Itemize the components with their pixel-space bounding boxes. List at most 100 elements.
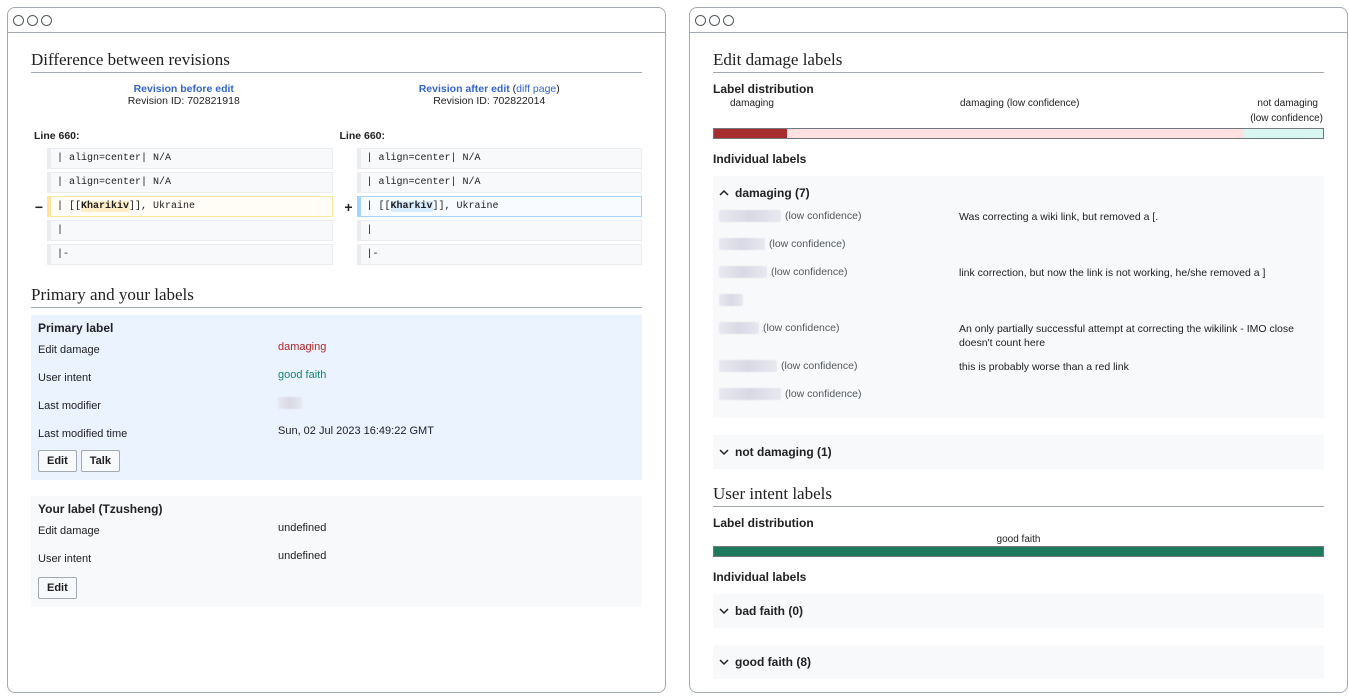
paren-close: ): [556, 83, 560, 95]
accordion-header-not-damaging[interactable]: not damaging (1): [713, 435, 1324, 469]
damage-heading: Edit damage labels: [713, 50, 1324, 73]
window-titlebar: [690, 8, 1347, 33]
diff-text: ]], Ukraine: [129, 201, 196, 212]
damage-label-row: (low confidence) link correction, but now…: [713, 266, 1324, 294]
damage-label-row: (low confidence): [713, 238, 1324, 266]
accordion-good-faith: good faith (8): [713, 645, 1324, 679]
window-control-icon[interactable]: [723, 14, 734, 26]
dist-segment-damaging: [714, 129, 788, 138]
edit-damage-value: undefined: [278, 522, 327, 534]
plus-icon: +: [344, 198, 353, 215]
window-control-icon[interactable]: [41, 14, 52, 26]
revision-before-link[interactable]: Revision before edit: [31, 83, 337, 95]
diff-row: | align=center| N/A: [31, 172, 333, 193]
revision-after-id: Revision ID: 702822014: [433, 95, 546, 107]
confidence-text: (low confidence): [781, 360, 858, 372]
dist-segment-damaging-low: [787, 129, 1244, 138]
diff-context-cell: | align=center| N/A: [47, 148, 333, 169]
redacted-username: [719, 388, 781, 400]
primary-label-title: Primary label: [38, 321, 114, 335]
revision-before-id: Revision ID: 702821918: [127, 95, 240, 107]
accordion-label: bad faith (0): [735, 604, 803, 618]
diff-deleted-cell: | [[Kharikiv]], Ukraine: [47, 196, 333, 217]
damage-distribution-legend: damaging damaging (low confidence) not d…: [713, 96, 1324, 126]
diff-context-cell: |-: [47, 244, 333, 265]
diff-row: − | [[Kharikiv]], Ukraine: [31, 196, 333, 217]
diff-page-link[interactable]: diff page: [516, 83, 556, 95]
redacted-username: [719, 360, 777, 372]
damage-label-row: (low confidence) this is probably worse t…: [713, 360, 1324, 388]
diff-heading: Difference between revisions: [31, 50, 642, 73]
dist-label-damaging: damaging: [730, 98, 774, 109]
diff-context-cell: | align=center| N/A: [356, 148, 642, 169]
labels-heading: Primary and your labels: [31, 285, 642, 308]
user-intent-value: undefined: [278, 550, 327, 562]
damage-label-row: [713, 294, 1324, 322]
dist-label-damaging-low: damaging (low confidence): [960, 98, 1080, 109]
diff-added-cell: | [[Kharkiv]], Ukraine: [356, 196, 642, 217]
confidence-text: (low confidence): [785, 388, 862, 400]
accordion-damaging: damaging (7) (low confidence) Was correct…: [713, 176, 1324, 418]
accordion-header-good-faith[interactable]: good faith (8): [713, 645, 1324, 679]
label-comment: link correction, but now the link is not…: [959, 267, 1266, 279]
dist-label-good-faith: good faith: [996, 534, 1041, 545]
diff-text: ]], Ukraine: [432, 201, 499, 212]
diff-row: |-: [341, 244, 642, 265]
window-control-icon[interactable]: [695, 14, 706, 26]
accordion-header-bad-faith[interactable]: bad faith (0): [713, 594, 1324, 628]
left-window: Difference between revisions Revision be…: [7, 7, 666, 693]
diff-context-cell: | align=center| N/A: [356, 172, 642, 193]
redacted-username: [278, 397, 302, 409]
window-control-icon[interactable]: [13, 14, 24, 26]
label-comment: this is probably worse than a red link: [959, 361, 1129, 373]
user-intent-key: User intent: [38, 372, 92, 384]
window-control-icon[interactable]: [709, 14, 720, 26]
last-modified-value: Sun, 02 Jul 2023 16:49:22 GMT: [278, 425, 434, 437]
talk-button[interactable]: Talk: [80, 450, 120, 472]
diff-deleted-word: Kharikiv: [81, 201, 130, 212]
minus-icon: −: [34, 198, 44, 215]
confidence-text: (low confidence): [771, 266, 848, 278]
dist-segment-good-faith: [714, 547, 1323, 556]
diff-row: | align=center| N/A: [341, 172, 642, 193]
label-author: (low confidence): [719, 266, 959, 278]
damage-label-row: (low confidence) An only partially succes…: [713, 322, 1324, 360]
diff-row: | align=center| N/A: [341, 148, 642, 169]
diff-row: |-: [31, 244, 333, 265]
damage-distribution-title: Label distribution: [713, 82, 814, 96]
redacted-username: [719, 294, 743, 306]
line-number-left: Line 660:: [34, 130, 80, 142]
chevron-up-icon: [719, 189, 729, 196]
diff-added-word: Kharkiv: [390, 201, 433, 212]
diff-context-cell: | align=center| N/A: [47, 172, 333, 193]
diff-table: | align=center| N/A | align=center| N/A …: [31, 148, 642, 268]
last-modifier-key: Last modifier: [38, 400, 101, 412]
your-label-title: Your label (Tzusheng): [38, 502, 163, 516]
intent-individual-title: Individual labels: [713, 570, 807, 584]
label-author: (low confidence): [719, 388, 959, 400]
diff-text: | [[: [366, 201, 391, 212]
revision-after-link[interactable]: Revision after edit: [419, 83, 510, 95]
accordion-header-damaging[interactable]: damaging (7): [713, 176, 1324, 210]
damage-label-list: (low confidence) Was correcting a wiki li…: [713, 210, 1324, 414]
diff-row: |: [31, 220, 333, 241]
accordion-bad-faith: bad faith (0): [713, 594, 1324, 628]
confidence-text: (low confidence): [763, 322, 840, 334]
window-control-icon[interactable]: [27, 14, 38, 26]
accordion-label: good faith (8): [735, 655, 811, 669]
accordion-label: not damaging (1): [735, 445, 832, 459]
redacted-username: [719, 322, 759, 334]
redacted-username: [719, 210, 781, 222]
user-intent-value: good faith: [278, 369, 327, 381]
user-intent-key: User intent: [38, 553, 92, 565]
edit-your-label-button[interactable]: Edit: [38, 577, 77, 599]
right-window: Edit damage labels Label distribution da…: [689, 7, 1348, 693]
confidence-text: (low confidence): [785, 210, 862, 222]
diff-context-cell: |: [47, 220, 333, 241]
edit-damage-key: Edit damage: [38, 344, 100, 356]
your-label-panel: Your label (Tzusheng) Edit damage undefin…: [31, 496, 642, 607]
label-author: (low confidence): [719, 360, 959, 372]
redacted-username: [719, 238, 765, 250]
intent-heading: User intent labels: [713, 484, 1324, 507]
edit-primary-button[interactable]: Edit: [38, 450, 77, 472]
